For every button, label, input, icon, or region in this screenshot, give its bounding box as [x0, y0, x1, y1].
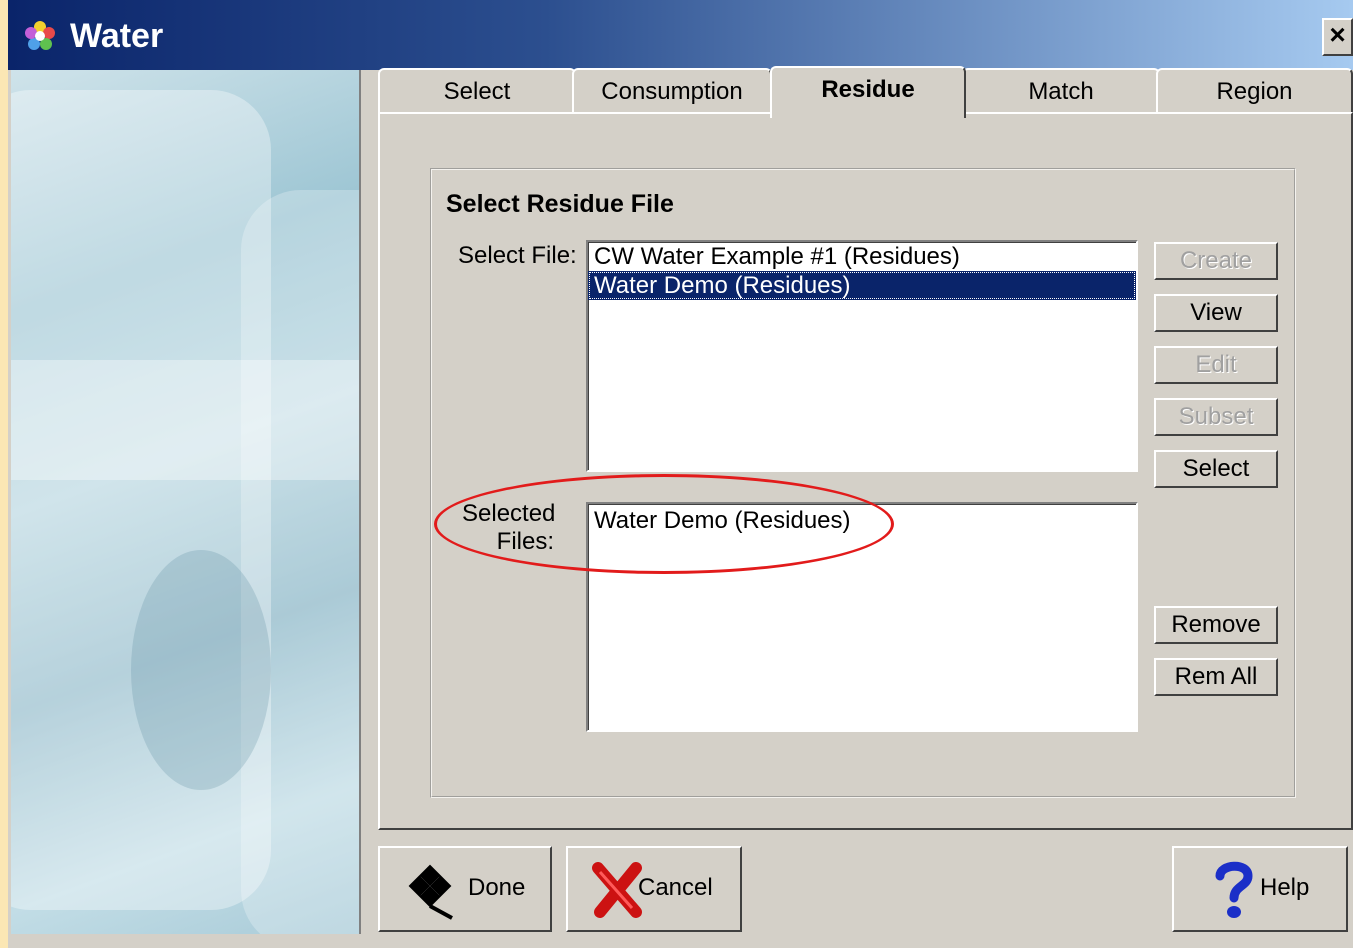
done-button[interactable]: Done [378, 846, 552, 932]
checkered-flag-icon [408, 864, 453, 920]
tab-region[interactable]: Region [1156, 68, 1353, 114]
help-label: Help [1260, 874, 1310, 901]
subset-button[interactable]: Subset [1154, 398, 1278, 436]
highlight-ellipse [434, 474, 894, 574]
cancel-label: Cancel [638, 874, 713, 901]
tab-consumption[interactable]: Consumption [572, 68, 772, 114]
cancel-button[interactable]: Cancel [566, 846, 742, 932]
list-item-selected[interactable]: Water Demo (Residues) [588, 271, 1136, 300]
rem-all-button[interactable]: Rem All [1154, 658, 1278, 696]
select-file-label: Select File: [458, 242, 577, 269]
red-x-icon [592, 862, 642, 918]
select-button[interactable]: Select [1154, 450, 1278, 488]
create-button[interactable]: Create [1154, 242, 1278, 280]
title-bar: Water × [8, 0, 1353, 70]
question-mark-icon [1215, 861, 1253, 918]
window-title: Water [70, 17, 164, 55]
group-title: Select Residue File [446, 190, 674, 218]
residue-tab-panel: Select Residue File Select File: CW Wate… [378, 112, 1353, 830]
tab-match[interactable]: Match [962, 68, 1160, 114]
help-button[interactable]: Help [1172, 846, 1348, 932]
list-item[interactable]: CW Water Example #1 (Residues) [588, 242, 1136, 271]
close-button[interactable]: × [1322, 18, 1353, 56]
done-label: Done [468, 874, 526, 901]
file-listbox[interactable]: CW Water Example #1 (Residues) Water Dem… [586, 240, 1138, 472]
tab-residue[interactable]: Residue [770, 66, 966, 118]
flower-icon [25, 21, 55, 50]
edit-button[interactable]: Edit [1154, 346, 1278, 384]
remove-button[interactable]: Remove [1154, 606, 1278, 644]
tab-select[interactable]: Select [378, 68, 576, 114]
view-button[interactable]: View [1154, 294, 1278, 332]
water-bottle-image [11, 70, 361, 934]
